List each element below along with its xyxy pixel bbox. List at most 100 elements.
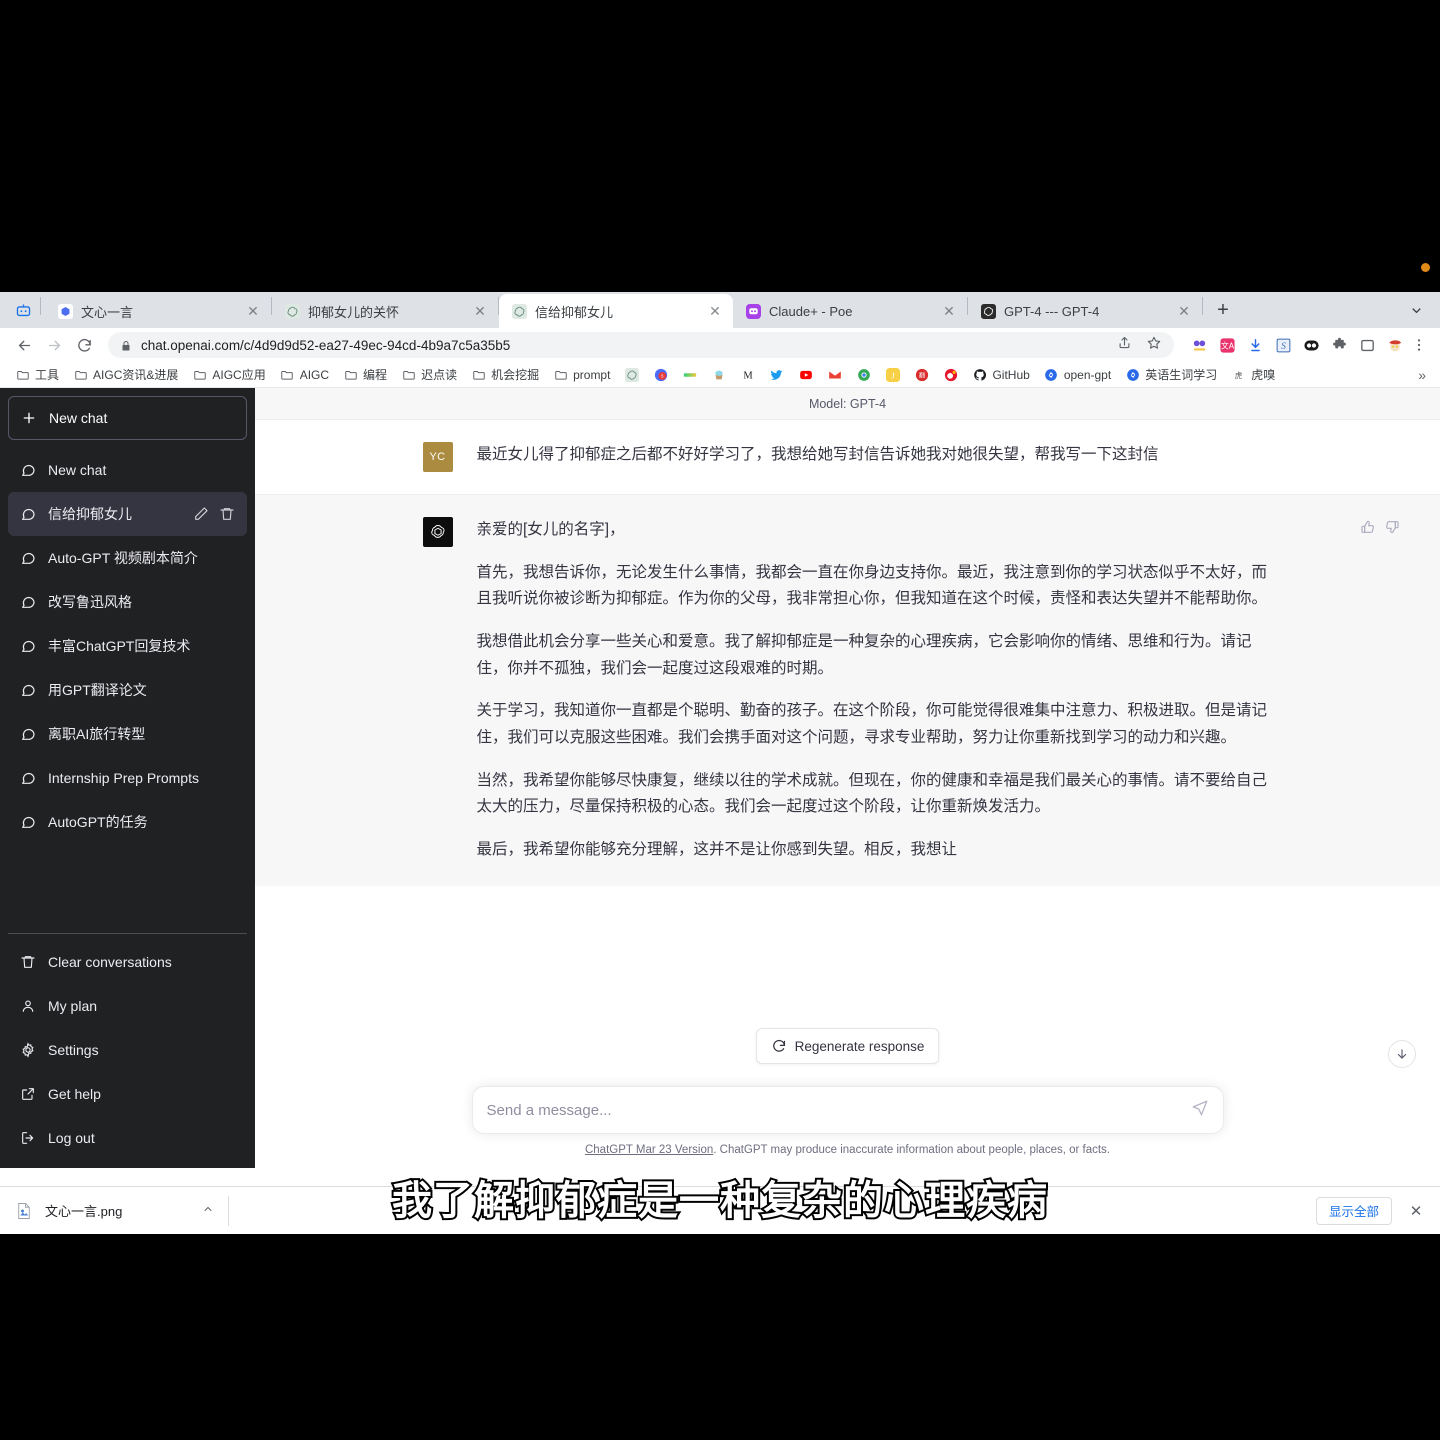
regenerate-response-button[interactable]: Regenerate response	[755, 1028, 940, 1064]
close-icon[interactable]: ✕	[707, 303, 723, 319]
tab-strip: 文心一言 ✕ 抑郁女儿的关怀 ✕ 信给抑郁女儿 ✕ Claude+ - Poe …	[0, 292, 1440, 328]
message-icon	[20, 814, 36, 830]
thumbs-down-icon[interactable]	[1384, 519, 1400, 535]
folder-icon	[15, 367, 30, 382]
browser-tab-wenxin[interactable]: 文心一言 ✕	[45, 294, 271, 328]
message-icon	[20, 550, 36, 566]
model-label: Model: GPT-4	[255, 388, 1440, 420]
sidebar-item-my-plan[interactable]: My plan	[8, 984, 247, 1028]
glasses-extension-icon[interactable]	[1188, 334, 1210, 356]
conversation-item[interactable]: 改写鲁迅风格	[8, 580, 247, 624]
bookmark-m[interactable]: M	[733, 365, 762, 384]
bookmarks-overflow-button[interactable]: »	[1412, 367, 1432, 383]
dark-reader-extension-icon[interactable]	[1300, 334, 1322, 356]
bookmark-gmail[interactable]	[820, 365, 849, 384]
sidebar-item-label: Settings	[48, 1042, 99, 1058]
message-icon	[20, 638, 36, 654]
bookmark-open-gpt[interactable]: open-gpt	[1037, 365, 1118, 384]
close-icon[interactable]: ✕	[1176, 303, 1192, 319]
conversation-item[interactable]: 丰富ChatGPT回复技术	[8, 624, 247, 668]
sidebar-item-get-help[interactable]: Get help	[8, 1072, 247, 1116]
send-icon[interactable]	[1191, 1099, 1209, 1122]
share-icon[interactable]	[1117, 335, 1132, 355]
extensions-row: 文A S	[1184, 334, 1406, 356]
thumbs-up-icon[interactable]	[1360, 519, 1376, 535]
conversation-title: Auto-GPT 视频剧本简介	[48, 550, 198, 566]
pencil-icon[interactable]	[193, 506, 209, 522]
browser-window: 文心一言 ✕ 抑郁女儿的关怀 ✕ 信给抑郁女儿 ✕ Claude+ - Poe …	[0, 292, 1440, 1186]
sidebar-item-clear-conversations[interactable]: Clear conversations	[8, 940, 247, 984]
new-chat-button[interactable]: New chat	[8, 396, 247, 440]
bookmark-folder-aigc-apps[interactable]: AIGC应用	[185, 364, 272, 385]
reload-icon[interactable]	[70, 331, 98, 359]
browser-tab-depressed-daughter-care[interactable]: 抑郁女儿的关怀 ✕	[272, 294, 498, 328]
sidebar-item-log-out[interactable]: Log out	[8, 1116, 247, 1160]
version-link[interactable]: ChatGPT Mar 23 Version	[585, 1144, 713, 1156]
bookmark-chrome[interactable]	[849, 365, 878, 384]
plus-icon	[21, 410, 37, 426]
bookmark-folder-prompt[interactable]: prompt	[546, 365, 617, 384]
bookmark-english-vocab[interactable]: 英语生词学习	[1118, 364, 1224, 385]
new-chat-label: New chat	[49, 410, 108, 426]
conversation-item[interactable]: AutoGPT的任务	[8, 800, 247, 844]
conversation-item[interactable]: 用GPT翻译论文	[8, 668, 247, 712]
new-tab-button[interactable]: +	[1209, 296, 1237, 324]
close-icon[interactable]: ✕	[941, 303, 957, 319]
message-input-container[interactable]: Send a message...	[471, 1086, 1224, 1134]
bookmark-gradient[interactable]	[675, 365, 704, 384]
page-content: New chat New chat 信给抑郁女儿 Auto-GPT 视频剧本简介…	[0, 388, 1440, 1168]
bookmark-folder-aigc[interactable]: AIGC	[273, 365, 336, 384]
bookmark-chatgpt[interactable]	[617, 365, 646, 384]
conversation-item[interactable]: Auto-GPT 视频剧本简介	[8, 536, 247, 580]
tab-separator	[40, 297, 41, 315]
kebab-menu-icon[interactable]	[1408, 334, 1430, 356]
browser-tab-claude-poe[interactable]: Claude+ - Poe ✕	[733, 294, 967, 328]
side-panel-icon[interactable]	[1356, 334, 1378, 356]
bookmark-weibo[interactable]	[936, 365, 965, 384]
conversation-title: 丰富ChatGPT回复技术	[48, 638, 191, 654]
bookmark-folder-opportunities[interactable]: 机会挖掘	[464, 364, 546, 385]
bookmark-label: 英语生词学习	[1145, 368, 1218, 382]
address-bar-url: chat.openai.com/c/4d9d9d52-ea27-49ec-94c…	[141, 337, 511, 353]
back-arrow-icon[interactable]	[10, 331, 38, 359]
bookmark-github[interactable]: GitHub	[965, 365, 1036, 384]
conversation-item[interactable]: New chat	[8, 448, 247, 492]
download-extension-icon[interactable]	[1244, 334, 1266, 356]
bookmark-folder-programming[interactable]: 编程	[336, 364, 394, 385]
avatar-extension-icon[interactable]	[1384, 334, 1406, 356]
bookmark-cupcake[interactable]	[704, 365, 733, 384]
sidebar-item-settings[interactable]: Settings	[8, 1028, 247, 1072]
star-icon[interactable]	[1146, 335, 1162, 356]
bookmark-red-book[interactable]: 翻	[907, 365, 936, 384]
puzzle-extension-icon[interactable]	[1328, 334, 1350, 356]
screen-root: 文心一言 ✕ 抑郁女儿的关怀 ✕ 信给抑郁女儿 ✕ Claude+ - Poe …	[0, 0, 1440, 1440]
external-link-icon	[20, 1086, 36, 1102]
address-bar[interactable]: chat.openai.com/c/4d9d9d52-ea27-49ec-94c…	[108, 332, 1174, 358]
footnote-rest: . ChatGPT may produce inaccurate informa…	[713, 1144, 1110, 1156]
robot-icon[interactable]	[8, 292, 38, 328]
close-icon[interactable]: ✕	[472, 303, 488, 319]
logout-icon	[20, 1130, 36, 1146]
tab-title: Claude+ - Poe	[769, 303, 853, 319]
conversation-item-active[interactable]: 信给抑郁女儿	[8, 492, 247, 536]
conversation-item[interactable]: 离职AI旅行转型	[8, 712, 247, 756]
close-icon[interactable]: ✕	[245, 303, 261, 319]
bookmark-folder-aigc-news[interactable]: AIGC资讯&进展	[66, 364, 185, 385]
conversation-item[interactable]: Internship Prep Prompts	[8, 756, 247, 800]
browser-tab-gpt4[interactable]: GPT-4 --- GPT-4 ✕	[968, 294, 1202, 328]
bookmark-youtube[interactable]	[791, 365, 820, 384]
message-input-placeholder[interactable]: Send a message...	[487, 1102, 1191, 1119]
scroll-to-bottom-button[interactable]	[1388, 1040, 1416, 1068]
browser-tab-letter-to-depressed-daughter[interactable]: 信给抑郁女儿 ✕	[499, 294, 733, 328]
bookmark-twitter[interactable]	[762, 365, 791, 384]
simpread-extension-icon[interactable]: S	[1272, 334, 1294, 356]
chevron-down-icon[interactable]	[1402, 296, 1430, 324]
bookmark-red-circle[interactable]: 5	[646, 365, 675, 384]
bookmark-folder-read-later[interactable]: 迟点读	[394, 364, 464, 385]
bookmark-huxiu[interactable]: 虎虎嗅	[1224, 364, 1282, 385]
chatgpt-icon	[624, 367, 639, 382]
trash-icon[interactable]	[219, 506, 235, 522]
bookmark-folder-tools[interactable]: 工具	[8, 364, 66, 385]
bookmark-juejin[interactable]: J	[878, 365, 907, 384]
translate-extension-icon[interactable]: 文A	[1216, 334, 1238, 356]
